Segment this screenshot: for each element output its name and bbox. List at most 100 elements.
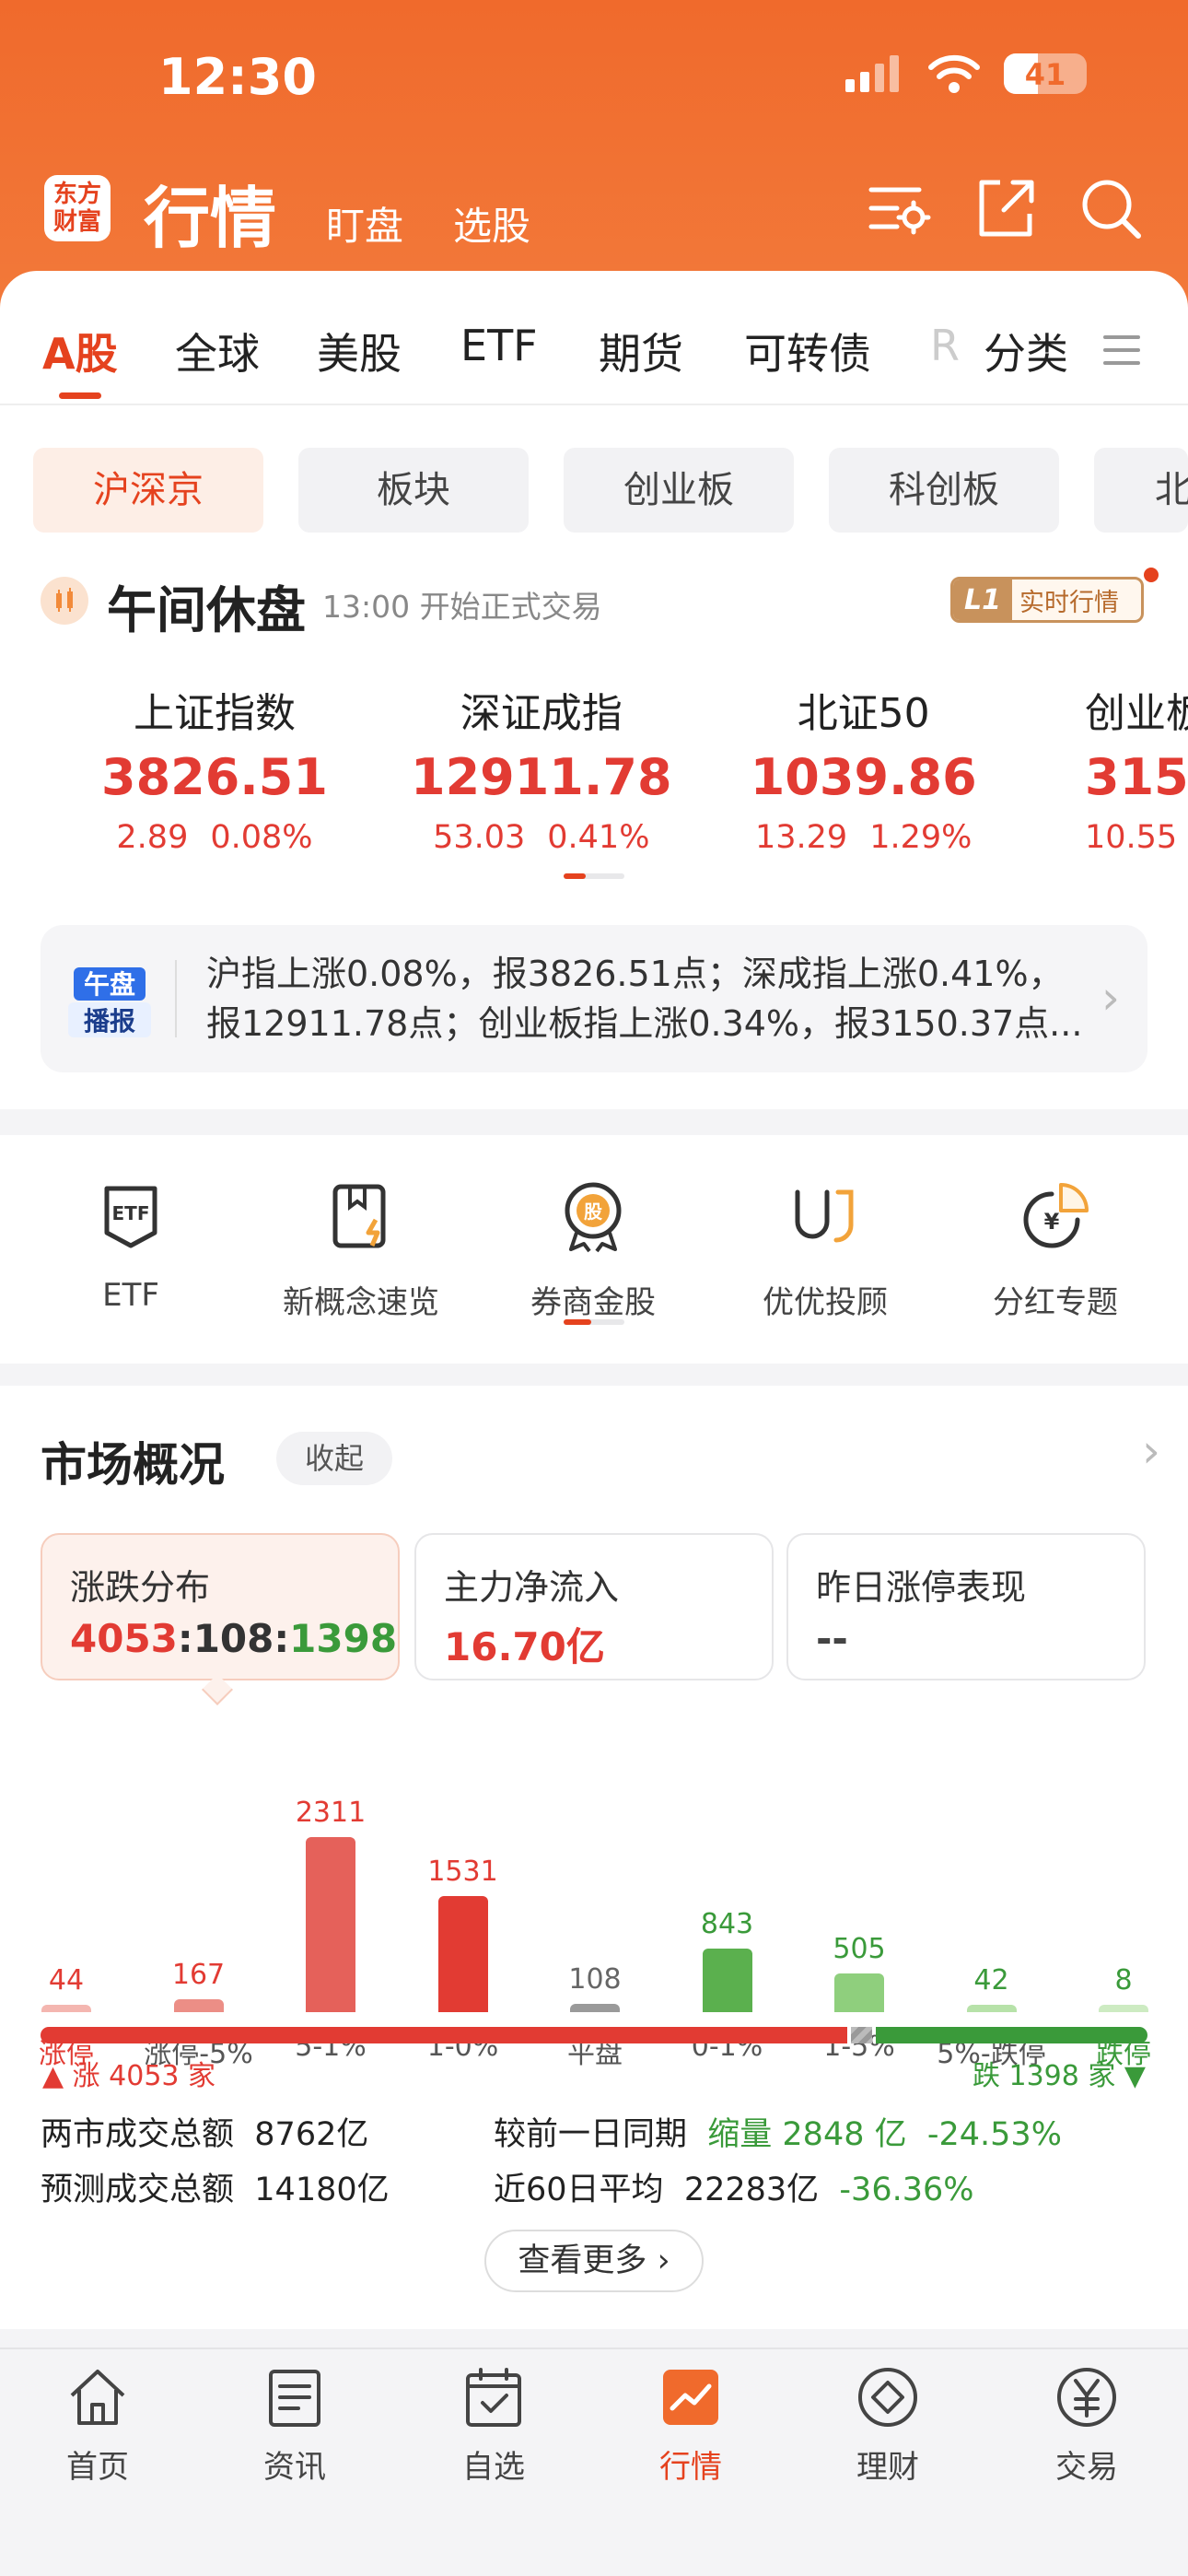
bottom-nav: 首页 资讯 自选 行情 理财 交易 xyxy=(0,2348,1188,2576)
signal-icon xyxy=(845,55,899,92)
chart-bar xyxy=(570,2004,620,2012)
tab-category[interactable]: 分类 xyxy=(984,321,1068,381)
quick-etf[interactable]: ETF ETF xyxy=(20,1179,241,1314)
nav-label: 行情 xyxy=(659,2449,722,2486)
midday-report[interactable]: 午盘 播报 沪指上涨0.08%，报3826.51点；深成指上涨0.41%， 报1… xyxy=(41,925,1147,1072)
tab-stock-picker[interactable]: 选股 xyxy=(453,195,530,252)
tab-watch[interactable]: 盯盘 xyxy=(326,195,403,252)
index-change-value: 2.89 xyxy=(116,819,189,856)
segment-star[interactable]: 科创板 xyxy=(829,448,1059,533)
index-value: 12911.78 xyxy=(411,748,672,806)
index-card-bse50[interactable]: 北证50 1039.86 13.29 1.29% xyxy=(744,680,983,856)
tab-us-stock[interactable]: 美股 xyxy=(317,321,402,381)
collapse-button[interactable]: 收起 xyxy=(276,1432,392,1485)
nav-label: 资讯 xyxy=(263,2449,326,2486)
quick-label: 新概念速览 xyxy=(283,1284,439,1321)
divider xyxy=(175,960,177,1037)
nav-home[interactable]: 首页 xyxy=(24,2364,171,2487)
chart-bar xyxy=(966,2005,1017,2012)
index-name: 北证50 xyxy=(797,690,930,737)
report-badge-icon: 午盘 播报 xyxy=(68,967,151,1037)
card-rise-fall-distribution[interactable]: 涨跌分布 4053:108:1398 xyxy=(41,1533,400,1680)
flat-count: 108 xyxy=(192,1616,274,1661)
home-icon xyxy=(70,2370,125,2425)
chart-bar xyxy=(702,1948,752,2012)
tab-futures[interactable]: 期货 xyxy=(599,321,683,381)
index-value: 3826.51 xyxy=(101,748,328,806)
index-change-value: 10.55 xyxy=(1085,819,1178,856)
total-turnover: 两市成交总额 8762亿 xyxy=(41,2116,369,2153)
tab-a-share[interactable]: A股 xyxy=(42,321,118,381)
index-change-value: 13.29 xyxy=(755,819,848,856)
quick-dividend[interactable]: ¥ 分红专题 xyxy=(945,1179,1166,1322)
segment-chinext[interactable]: 创业板 xyxy=(564,448,794,533)
badge-text-2: 播报 xyxy=(84,1006,135,1036)
up-count: 4053 xyxy=(70,1616,178,1661)
index-name: 上证指数 xyxy=(133,690,296,737)
svg-text:ETF: ETF xyxy=(112,1202,150,1224)
realtime-quote-badge[interactable]: L1 实时行情 xyxy=(950,577,1144,623)
gold-stock-icon: 股 xyxy=(565,1182,622,1253)
index-card-chinext[interactable]: 创业板 3150 10.55 xyxy=(1085,680,1188,856)
chart-bar xyxy=(173,1999,224,2012)
tab-r[interactable]: R xyxy=(930,321,960,370)
down-count-label: 跌 1398 家 ▼ xyxy=(972,2060,1146,2092)
nav-label: 自选 xyxy=(462,2449,525,2486)
quick-label: 分红专题 xyxy=(993,1284,1118,1321)
turnover-vs-yesterday: 较前一日同期 缩量 2848 亿 -24.53% xyxy=(494,2116,1062,2153)
card-main-net-inflow[interactable]: 主力净流入 16.70亿 xyxy=(414,1533,774,1680)
chart-bar xyxy=(437,1896,488,2012)
chevron-right-icon[interactable]: › xyxy=(1142,1424,1160,1478)
quick-advisor[interactable]: 优优投顾 xyxy=(715,1179,936,1322)
index-value: 3150 xyxy=(1085,748,1188,806)
card-yesterday-limit-up[interactable]: 昨日涨停表现 -- xyxy=(786,1533,1146,1680)
quick-label: 券商金股 xyxy=(530,1284,656,1321)
menu-icon[interactable] xyxy=(1101,332,1142,369)
index-change: 13.29 1.29% xyxy=(744,819,983,856)
tab-convertible-bond[interactable]: 可转债 xyxy=(744,321,871,381)
nav-label: 首页 xyxy=(66,2449,129,2486)
index-card-sse[interactable]: 上证指数 3826.51 2.89 0.08% xyxy=(101,680,328,856)
segment-hu-shen-jing[interactable]: 沪深京 xyxy=(33,448,263,533)
nav-label: 交易 xyxy=(1055,2449,1118,2486)
index-change-pct: 1.29% xyxy=(869,819,973,856)
tab-global[interactable]: 全球 xyxy=(175,321,260,381)
nav-news[interactable]: 资讯 xyxy=(221,2364,368,2487)
notification-dot xyxy=(1144,568,1159,582)
forecast-value: 14180亿 xyxy=(254,2172,390,2208)
chart-value-label: 167 xyxy=(171,1959,226,1992)
chart-value-label: 44 xyxy=(48,1964,85,1996)
search-icon[interactable] xyxy=(1077,175,1144,241)
svg-text:¥: ¥ xyxy=(1044,1209,1060,1235)
index-change: 10.55 xyxy=(1085,819,1188,856)
segment-sector[interactable]: 板块 xyxy=(298,448,529,533)
l1-label: L1 xyxy=(953,580,1012,620)
card-label: 涨跌分布 xyxy=(70,1567,211,1608)
flat-segment xyxy=(851,2027,872,2043)
tab-etf[interactable]: ETF xyxy=(460,321,538,370)
chart-value-label: 8 xyxy=(1114,1964,1133,1996)
nav-trade[interactable]: 交易 xyxy=(1013,2364,1160,2487)
chart-value-label: 108 xyxy=(568,1963,622,1996)
rise-fall-bar xyxy=(41,2027,1147,2043)
nav-market[interactable]: 行情 xyxy=(617,2364,764,2487)
settings-list-icon[interactable] xyxy=(866,175,932,241)
net-inflow-value: 16.70亿 xyxy=(444,1624,605,1669)
share-icon[interactable] xyxy=(973,175,1039,241)
quick-broker-gold-stocks[interactable]: 股 券商金股 xyxy=(483,1179,704,1322)
badge-text-1: 午盘 xyxy=(84,969,135,1000)
view-more-button[interactable]: 查看更多 › xyxy=(484,2230,704,2292)
segment-bse[interactable]: 北 xyxy=(1094,448,1188,533)
turnover-value: 8762亿 xyxy=(254,2116,369,2153)
l1-text: 实时行情 xyxy=(1019,588,1119,617)
quick-new-concepts[interactable]: 新概念速览 xyxy=(250,1179,472,1322)
nav-watchlist[interactable]: 自选 xyxy=(420,2364,567,2487)
chart-value-label: 843 xyxy=(700,1907,754,1940)
index-card-szse[interactable]: 深证成指 12911.78 53.03 0.41% xyxy=(411,680,672,856)
news-icon xyxy=(269,2370,320,2427)
chart-value-label: 42 xyxy=(973,1964,1009,1996)
report-line-1: 沪指上涨0.08%，报3826.51点；深成指上涨0.41%， xyxy=(206,954,1064,994)
nav-wealth[interactable]: 理财 xyxy=(814,2364,961,2487)
wifi-icon xyxy=(928,54,980,93)
tab-indicator xyxy=(59,392,101,399)
